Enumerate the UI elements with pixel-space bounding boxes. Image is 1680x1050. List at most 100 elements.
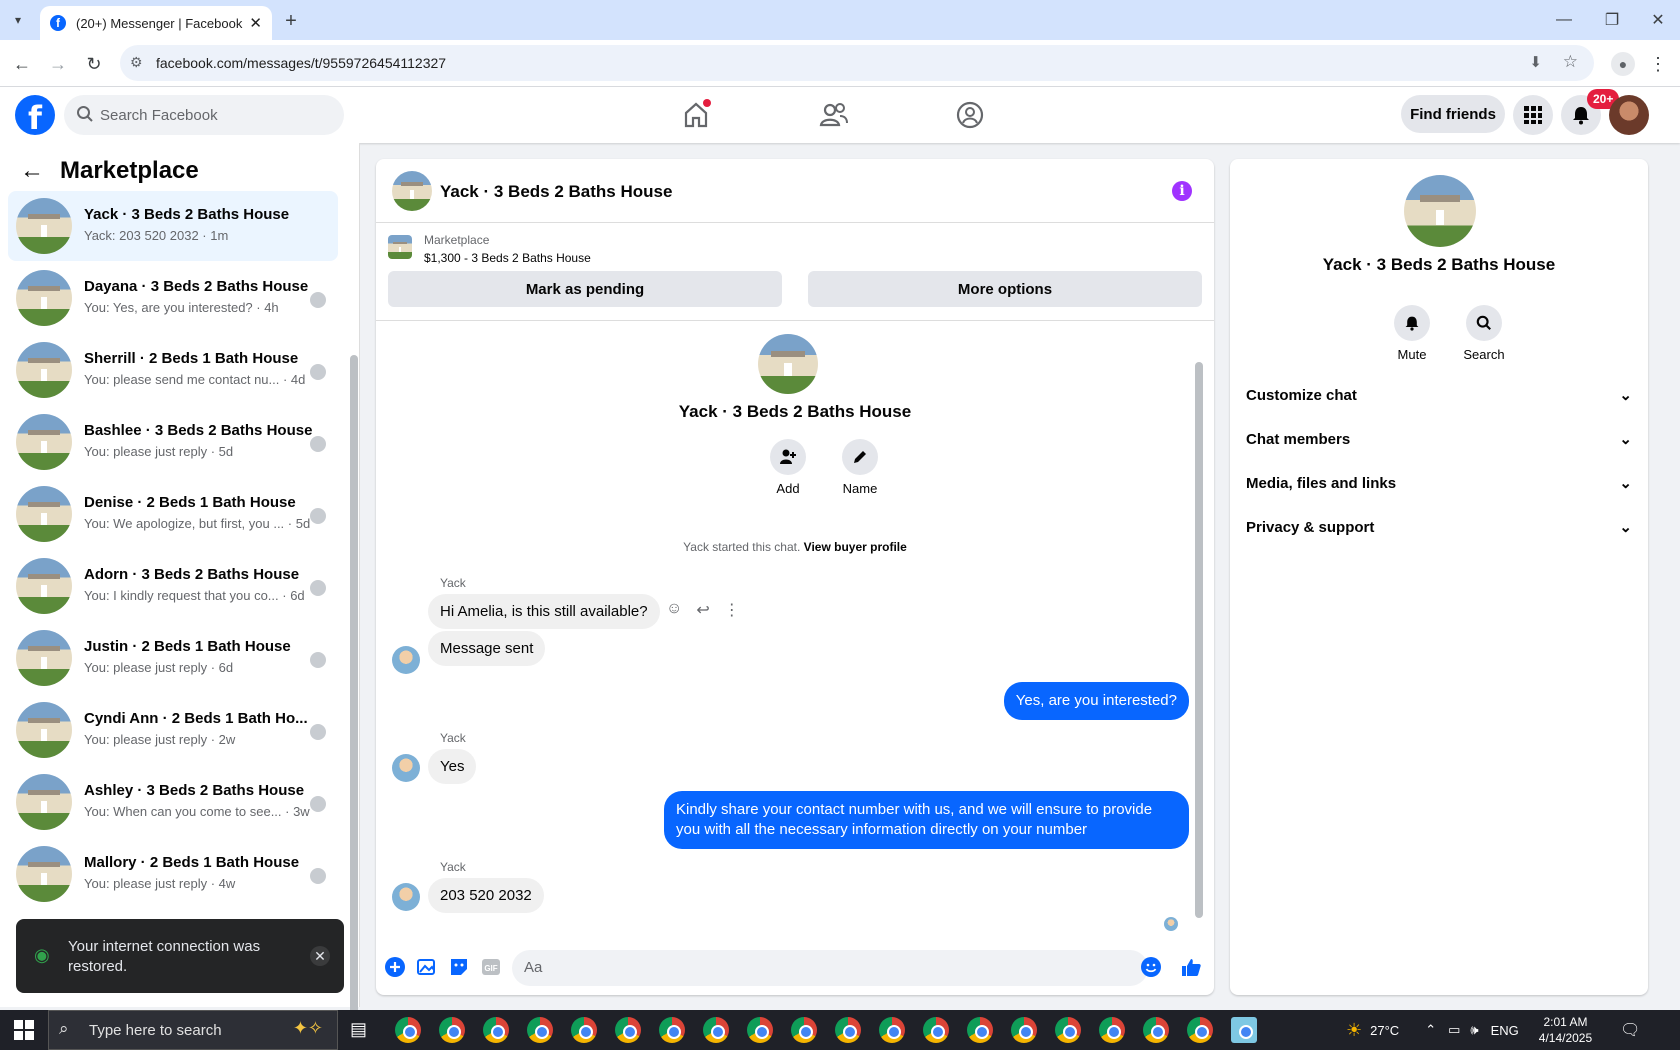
tab-search-icon[interactable]: ▾ [8,10,28,30]
chat-avatar[interactable] [392,171,432,211]
chrome-taskbar-icon[interactable] [571,1017,597,1043]
menu-grid-icon[interactable] [1513,95,1553,135]
account-avatar[interactable] [1609,95,1649,135]
more-options-button[interactable]: More options [808,271,1202,307]
taskbar-search-input[interactable]: ⌕ Type here to search ✦✧ [48,1010,338,1050]
conversation-item[interactable]: Denise · 2 Beds 1 Bath House You: We apol… [8,479,338,549]
new-tab-icon[interactable]: + [280,10,302,32]
chrome-taskbar-icon[interactable] [835,1017,861,1043]
incoming-message[interactable]: Hi Amelia, is this still available? [428,594,660,629]
temperature[interactable]: 27°C [1370,1023,1399,1038]
mute-button[interactable]: Mute [1382,305,1442,362]
conversation-item[interactable]: Ashley · 3 Beds 2 Baths House You: When c… [8,767,338,837]
chrome-taskbar-icon[interactable] [395,1017,421,1043]
browser-tab[interactable]: f (20+) Messenger | Facebook ✕ [40,6,272,40]
facebook-search-input[interactable]: Search Facebook [64,95,344,135]
profile-avatar[interactable] [758,334,818,394]
conversation-item[interactable]: Bashlee · 3 Beds 2 Baths House You: pleas… [8,407,338,477]
chrome-taskbar-icon[interactable] [967,1017,993,1043]
chrome-taskbar-icon[interactable] [879,1017,905,1043]
chrome-taskbar-icon[interactable] [1143,1017,1169,1043]
listing-thumbnail[interactable] [388,235,412,259]
back-icon[interactable]: ← [10,52,34,76]
browser-menu-icon[interactable]: ⋮ [1646,52,1670,76]
conversation-item[interactable]: Cyndi Ann · 2 Beds 1 Bath Ho... You: plea… [8,695,338,765]
start-windows-icon[interactable] [14,1020,34,1040]
outgoing-message[interactable]: Kindly share your contact number with us… [664,791,1189,849]
react-emoji-icon[interactable]: ☺ [666,600,682,620]
incoming-message[interactable]: Yes [428,749,477,784]
toast-close-icon[interactable]: ✕ [310,946,330,966]
listing-price[interactable]: $1,300 - 3 Beds 2 Baths House [424,251,591,265]
reply-icon[interactable]: ↩ [696,600,709,620]
reload-icon[interactable]: ↻ [82,52,106,76]
window-close-icon[interactable]: ✕ [1646,8,1670,32]
minimize-icon[interactable]: — [1552,8,1576,32]
details-section[interactable]: Customize chat ⌄ [1246,373,1632,417]
mark-pending-button[interactable]: Mark as pending [388,271,782,307]
chrome-taskbar-icon[interactable] [1099,1017,1125,1043]
friends-icon[interactable] [818,99,850,131]
volume-icon[interactable]: 🕪 [1470,1022,1478,1038]
outgoing-message[interactable]: Yes, are you interested? [1003,682,1189,720]
view-buyer-profile-link[interactable]: View buyer profile [804,540,907,554]
chat-scrollbar[interactable] [1195,362,1203,918]
chrome-taskbar-icon[interactable] [1187,1017,1213,1043]
chrome-taskbar-icon[interactable] [747,1017,773,1043]
restore-icon[interactable]: ❐ [1600,8,1624,32]
forward-icon[interactable]: → [46,52,70,76]
profile-icon[interactable]: ● [1611,52,1635,76]
task-view-icon[interactable]: ▤ [350,1019,367,1040]
message-input[interactable]: Aa [512,950,1148,986]
details-section[interactable]: Chat members ⌄ [1246,417,1632,461]
conversation-item[interactable]: Mallory · 2 Beds 1 Bath House You: please… [8,839,338,909]
name-button[interactable]: Name [820,439,900,496]
sidebar-scrollbar[interactable] [350,355,358,1031]
tray-chevron-icon[interactable]: ⌃ [1425,1022,1436,1038]
add-button[interactable]: Add [748,439,828,496]
details-section[interactable]: Privacy & support ⌄ [1246,505,1632,549]
network-icon[interactable]: ▭ [1448,1022,1460,1038]
language-indicator[interactable]: ENG [1491,1023,1519,1038]
conversation-item[interactable]: Justin · 2 Beds 1 Bath House You: please … [8,623,338,693]
sender-avatar[interactable] [392,646,420,674]
incoming-message[interactable]: Message sent [428,631,546,666]
notepad-taskbar-icon[interactable] [1231,1017,1257,1043]
weather-icon[interactable]: ☀ [1346,1020,1362,1041]
conversation-item[interactable]: Adorn · 3 Beds 2 Baths House You: I kindl… [8,551,338,621]
back-arrow-icon[interactable]: ← [20,157,44,185]
chrome-taskbar-icon[interactable] [483,1017,509,1043]
site-info-icon[interactable]: ⚙ [130,54,143,71]
find-friends-button[interactable]: Find friends [1401,95,1505,133]
photo-icon[interactable] [416,956,438,978]
facebook-logo-icon[interactable]: f [15,95,55,137]
conversation-item[interactable]: Dayana · 3 Beds 2 Baths House You: Yes, a… [8,263,338,333]
url-field[interactable]: ⚙ facebook.com/messages/t/95597264541123… [120,45,1594,81]
close-tab-icon[interactable]: ✕ [249,14,262,32]
sticker-icon[interactable] [448,956,470,978]
chrome-taskbar-icon[interactable] [659,1017,685,1043]
chrome-taskbar-icon[interactable] [703,1017,729,1043]
chrome-taskbar-icon[interactable] [1055,1017,1081,1043]
gif-icon[interactable]: GIF [480,956,502,978]
bookmark-star-icon[interactable]: ☆ [1563,52,1578,72]
sender-avatar[interactable] [392,883,420,911]
home-icon[interactable] [680,99,712,131]
plus-icon[interactable] [384,956,406,978]
emoji-icon[interactable] [1140,956,1162,978]
thumbs-up-icon[interactable] [1180,956,1202,978]
details-avatar[interactable] [1404,175,1476,247]
chrome-taskbar-icon[interactable] [923,1017,949,1043]
chat-title[interactable]: Yack · 3 Beds 2 Baths House [440,182,672,202]
clock[interactable]: 2:01 AM 4/14/2025 [1539,1014,1592,1046]
search-in-chat-button[interactable]: Search [1454,305,1514,362]
chrome-taskbar-icon[interactable] [791,1017,817,1043]
notification-center-icon[interactable]: 🗨 [1620,1020,1640,1040]
install-icon[interactable]: ⬇ [1529,53,1542,71]
conversation-item[interactable]: Yack · 3 Beds 2 Baths House Yack: 203 520… [8,191,338,261]
details-section[interactable]: Media, files and links ⌄ [1246,461,1632,505]
incoming-message[interactable]: 203 520 2032 [428,878,544,913]
chrome-taskbar-icon[interactable] [615,1017,641,1043]
more-actions-icon[interactable]: ⋮ [724,600,740,620]
info-icon[interactable]: i [1172,181,1192,201]
